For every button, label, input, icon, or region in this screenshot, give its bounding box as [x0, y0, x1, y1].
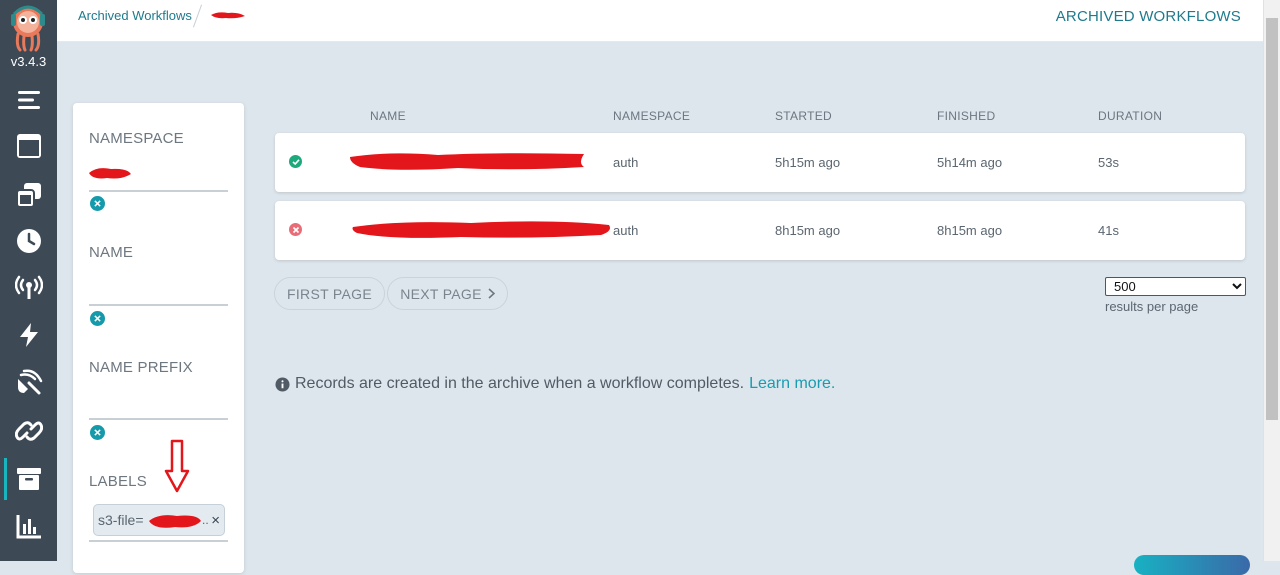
remove-tag-button[interactable]: × — [211, 512, 220, 529]
argo-logo-icon[interactable] — [8, 2, 48, 52]
nav-links[interactable] — [0, 408, 57, 454]
label-tag-ellipsis: .. — [202, 513, 209, 527]
row-duration: 53s — [1098, 155, 1119, 170]
nav-cron-workflows[interactable] — [0, 218, 57, 264]
name-prefix-clear-button[interactable] — [90, 425, 105, 440]
partial-action-button[interactable] — [1134, 555, 1250, 575]
table-row[interactable]: auth 5h15m ago 5h14m ago 53s — [275, 133, 1245, 192]
link-icon — [14, 421, 43, 441]
archive-info: Records are created in the archive when … — [275, 375, 835, 393]
close-icon — [94, 429, 101, 436]
sensors-icon — [19, 323, 38, 347]
column-header-finished[interactable]: FINISHED — [937, 109, 995, 123]
nav-workflows[interactable] — [0, 123, 57, 169]
nav-archived-workflows[interactable] — [0, 456, 57, 502]
info-message: Records are created in the archive when … — [295, 375, 745, 392]
row-namespace: auth — [613, 155, 639, 170]
scrollbar-thumb[interactable] — [1266, 18, 1278, 420]
results-per-page-select[interactable]: 500 — [1105, 277, 1246, 296]
labels-input-underline — [89, 540, 228, 542]
redacted-workflow-name — [350, 153, 584, 170]
namespace-clear-button[interactable] — [90, 196, 105, 211]
next-page-label: NEXT PAGE — [400, 285, 482, 302]
first-page-label: FIRST PAGE — [287, 285, 372, 302]
first-page-button[interactable]: FIRST PAGE — [274, 277, 385, 310]
redacted-workflow-name — [352, 221, 610, 238]
nav-event-sources[interactable] — [0, 265, 57, 311]
name-input[interactable] — [89, 276, 228, 306]
name-label: NAME — [89, 244, 134, 261]
column-header-duration[interactable]: DURATION — [1098, 109, 1162, 123]
menu-icon — [17, 91, 40, 109]
event-flow-icon — [17, 369, 42, 395]
label-tag-text: s3-file= — [98, 512, 144, 528]
info-icon — [275, 376, 290, 392]
breadcrumb-archived-workflows[interactable]: Archived Workflows — [78, 8, 192, 23]
namespace-input[interactable] — [89, 162, 228, 192]
column-header-name[interactable]: NAME — [370, 109, 406, 123]
column-header-started[interactable]: STARTED — [775, 109, 832, 123]
page-title: ARCHIVED WORKFLOWS — [1055, 8, 1241, 25]
row-started: 5h15m ago — [775, 155, 841, 170]
close-icon — [94, 200, 101, 207]
redacted-namespace-mark — [211, 12, 245, 19]
next-page-button[interactable]: NEXT PAGE — [387, 277, 508, 310]
column-header-namespace[interactable]: NAMESPACE — [613, 109, 690, 123]
name-prefix-label: NAME PREFIX — [89, 359, 193, 376]
workflows-icon — [16, 134, 41, 158]
namespace-label: NAMESPACE — [89, 130, 184, 147]
status-failed-icon — [289, 223, 302, 236]
close-icon — [94, 315, 101, 322]
nav-workflow-templates[interactable] — [0, 172, 57, 218]
row-finished: 8h15m ago — [937, 223, 1003, 238]
label-tag-chip[interactable]: s3-file= .. × — [93, 504, 225, 536]
row-namespace: auth — [613, 223, 639, 238]
nav-rail: v3.4.3 — [0, 0, 57, 561]
app-version: v3.4.3 — [10, 54, 47, 69]
clock-icon — [16, 229, 41, 253]
nav-menu[interactable] — [0, 77, 57, 123]
table-row[interactable]: auth 8h15m ago 8h15m ago 41s — [275, 201, 1245, 260]
row-started: 8h15m ago — [775, 223, 841, 238]
filter-panel: NAMESPACE NAME NAME PREFIX LABELS s3-fil… — [73, 103, 244, 573]
name-clear-button[interactable] — [90, 311, 105, 326]
workflow-templates-icon — [15, 183, 41, 208]
learn-more-link[interactable]: Learn more. — [749, 375, 835, 393]
row-duration: 41s — [1098, 223, 1119, 238]
top-bar: Archived Workflows ARCHIVED WORKFLOWS — [57, 0, 1263, 42]
close-icon — [292, 226, 299, 233]
annotation-arrow-icon — [164, 439, 190, 493]
breadcrumb-separator — [192, 4, 203, 28]
page-scrollbar[interactable] — [1263, 0, 1280, 561]
reports-icon — [16, 515, 41, 539]
nav-sensors[interactable] — [0, 312, 57, 358]
name-prefix-input[interactable] — [89, 390, 228, 420]
archive-icon — [16, 468, 41, 490]
row-finished: 5h14m ago — [937, 155, 1003, 170]
nav-event-flow[interactable] — [0, 360, 57, 406]
check-icon — [291, 158, 300, 165]
results-per-page-caption: results per page — [1105, 299, 1199, 314]
nav-reports[interactable] — [0, 503, 57, 549]
chevron-right-icon — [488, 288, 495, 299]
event-sources-icon — [14, 275, 43, 299]
status-succeeded-icon — [289, 155, 302, 168]
redacted-label-value — [149, 515, 201, 528]
labels-label: LABELS — [89, 473, 147, 490]
